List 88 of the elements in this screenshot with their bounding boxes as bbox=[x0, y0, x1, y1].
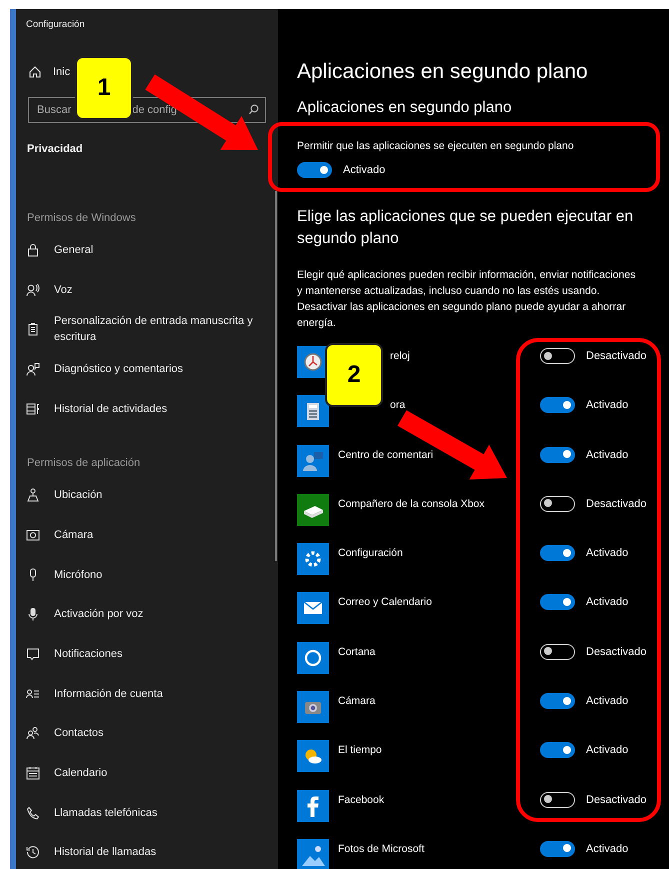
nav-item[interactable]: Llamadas telefónicas bbox=[16, 792, 266, 833]
camera-icon bbox=[26, 528, 40, 542]
calculator-icon bbox=[297, 395, 329, 428]
nav-item[interactable]: Notificaciones bbox=[16, 634, 266, 674]
nav-item[interactable]: General bbox=[16, 230, 266, 270]
app-name: Compañero de la consola Xbox bbox=[338, 496, 486, 511]
toggle-switch[interactable] bbox=[540, 594, 575, 610]
console-icon bbox=[297, 494, 329, 526]
toggle-switch[interactable] bbox=[540, 348, 575, 364]
nav-item[interactable]: Contactos bbox=[16, 714, 266, 754]
window-title: Configuración bbox=[25, 19, 86, 32]
nav-item[interactable]: Ubicación bbox=[16, 475, 266, 516]
clipboard-icon bbox=[26, 322, 40, 336]
toggle-state: Activado bbox=[586, 596, 628, 608]
app-name: ora bbox=[390, 398, 406, 412]
toggle-switch[interactable] bbox=[540, 693, 575, 710]
toggle-state: Desactivado bbox=[586, 350, 647, 362]
nav-item[interactable]: Activación por voz bbox=[16, 594, 266, 634]
nav-item[interactable]: Micrófono bbox=[16, 554, 266, 594]
app-name: Fotos de Microsoft bbox=[338, 842, 426, 856]
section-heading: Elige las aplicaciones que se pueden ejecutar en segundo plano bbox=[297, 207, 634, 249]
toggle-switch[interactable] bbox=[540, 840, 575, 857]
calendar-icon bbox=[26, 766, 40, 780]
message-icon bbox=[26, 647, 40, 662]
camera-icon bbox=[297, 691, 329, 724]
facebook-icon bbox=[297, 790, 329, 822]
toggle-state: Desactivado bbox=[586, 646, 647, 658]
app-name: El tiempo bbox=[338, 743, 383, 758]
location-icon bbox=[26, 488, 40, 502]
app-name: Cámara bbox=[338, 694, 376, 708]
toggle-state: Activado bbox=[343, 164, 386, 176]
toggle-switch[interactable] bbox=[540, 397, 575, 414]
nav-item[interactable]: Historial de actividades bbox=[16, 388, 266, 428]
setting-label: Permitir que las aplicaciones se ejecuten en segundo plano bbox=[297, 139, 574, 153]
contacts-icon bbox=[26, 726, 40, 740]
section-subtitle: Aplicaciones en segundo plano bbox=[297, 98, 512, 118]
nav-item[interactable]: Historial de llamadas bbox=[16, 832, 266, 869]
home-icon bbox=[28, 65, 42, 79]
people-icon bbox=[297, 444, 329, 477]
mail-icon bbox=[297, 592, 329, 624]
toggle-state: Desactivado bbox=[586, 498, 647, 510]
group-heading: Permisos de Windows bbox=[26, 212, 136, 226]
feedback-icon bbox=[26, 362, 40, 376]
home-link[interactable]: Inic bbox=[16, 57, 70, 87]
timeline-icon bbox=[26, 402, 40, 416]
scrollbar[interactable] bbox=[275, 191, 277, 561]
toggle-state: Activado bbox=[586, 547, 628, 560]
app-name: Configuración bbox=[338, 546, 404, 560]
toggle-state: Activado bbox=[586, 695, 628, 708]
toggle-state: Activado bbox=[586, 842, 628, 855]
toggle-switch[interactable] bbox=[540, 446, 575, 463]
app-name: reloj bbox=[390, 349, 411, 363]
photo-icon bbox=[297, 838, 329, 869]
weather-icon bbox=[297, 740, 329, 772]
history-icon bbox=[26, 845, 40, 860]
nav-item[interactable]: Cámara bbox=[16, 515, 266, 555]
app-name: Facebook bbox=[338, 792, 386, 807]
toggle-switch[interactable] bbox=[540, 545, 575, 562]
toggle-switch[interactable] bbox=[540, 644, 575, 660]
speech-icon bbox=[26, 282, 40, 297]
toggle-state: Activado bbox=[586, 744, 628, 756]
app-name: Centro de comentari bbox=[338, 448, 434, 462]
description-text: Elegir qué aplicaciones pueden recibir información, enviar notificaciones y mantenerse actualizadas, incluso cuando no las estés usando. Desactivar las aplicaciones en segundo plano puede ayudar a ahorrar energía. bbox=[297, 268, 637, 331]
toggle-switch[interactable] bbox=[540, 742, 575, 758]
page-title: Aplicaciones en segundo plano bbox=[297, 59, 588, 85]
group-heading: Permisos de aplicación bbox=[26, 457, 140, 472]
nav-item[interactable]: Diagnóstico y comentarios bbox=[16, 349, 266, 389]
app-name: Correo y Calendario bbox=[338, 595, 433, 610]
app-name: Cortana bbox=[338, 644, 376, 659]
settings-icon bbox=[297, 543, 329, 576]
nav-item[interactable]: Voz bbox=[16, 270, 266, 310]
section-title: Privacidad bbox=[26, 143, 83, 155]
step-number: 1 bbox=[75, 56, 133, 120]
toggle-state: Activado bbox=[586, 399, 628, 412]
toggle-state: Desactivado bbox=[586, 794, 647, 806]
nav-item[interactable]: Calendario bbox=[16, 753, 266, 793]
nav-item[interactable]: Personalización de entrada manuscrita y escritura bbox=[16, 309, 266, 350]
nav-item[interactable]: Información de cuenta bbox=[16, 674, 266, 714]
toggle-state: Activado bbox=[586, 448, 628, 461]
toggle-switch[interactable] bbox=[540, 496, 575, 512]
phone-icon bbox=[26, 806, 40, 820]
microphone-icon bbox=[26, 607, 40, 622]
step-number: 2 bbox=[325, 343, 383, 407]
toggle-switch[interactable] bbox=[297, 162, 332, 178]
search-icon bbox=[248, 104, 259, 115]
lock-icon bbox=[26, 242, 40, 257]
toggle-switch[interactable] bbox=[540, 792, 575, 808]
account-info-icon bbox=[26, 686, 40, 701]
